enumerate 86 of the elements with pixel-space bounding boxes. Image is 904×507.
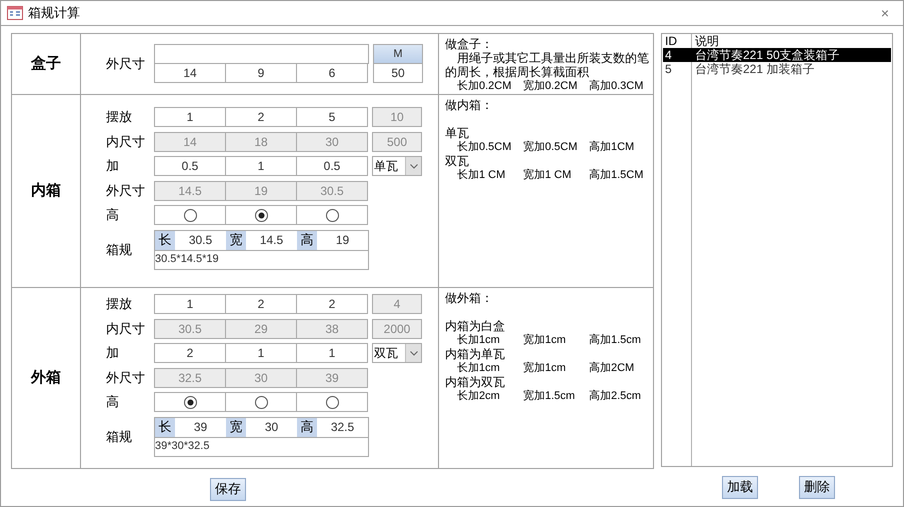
radio-button[interactable] — [184, 396, 196, 408]
note-text: 长加1cm — [457, 333, 501, 347]
field-label: 摆放 — [106, 295, 133, 314]
note-text: 宽加1.5cm — [523, 389, 576, 403]
field-label: 箱规 — [106, 240, 133, 259]
note-text: 长加1 CM — [457, 168, 506, 182]
field-label: 外尺寸 — [106, 182, 146, 200]
input-field[interactable]: 2 — [225, 294, 297, 314]
input-field[interactable]: 2 — [154, 343, 226, 363]
input-field[interactable]: 0.5 — [296, 156, 368, 176]
chevron-down-icon — [410, 164, 418, 168]
note-text: 高加2.5cm — [589, 389, 642, 403]
note-text: 长加0.2CM — [457, 79, 512, 93]
input-field[interactable]: 50 — [373, 63, 423, 83]
note-text: 宽加1cm — [523, 361, 567, 375]
note-text: 宽加1cm — [523, 333, 567, 347]
note-heading: 内箱为双瓦 — [445, 375, 506, 389]
table-cell-text: 台湾节奏221 加装箱子 — [694, 62, 814, 76]
note-title: 做内箱： — [445, 98, 494, 112]
note-text: 宽加0.5CM — [523, 140, 578, 154]
field-label: 箱规 — [106, 428, 133, 446]
radio-button[interactable] — [326, 396, 338, 408]
input-field[interactable]: 30.5*14.5*19 — [154, 250, 369, 270]
save-button[interactable]: 保存 — [210, 478, 246, 500]
table-cell-text: 5 — [664, 62, 673, 76]
field-label: 加 — [106, 157, 120, 176]
input-field[interactable]: 2 — [225, 107, 297, 127]
note-heading: 单瓦 — [445, 126, 470, 140]
column-header: ID — [664, 34, 678, 48]
list-row[interactable]: 4 台湾节奏221 50支盒装箱子 — [663, 48, 891, 62]
input-field[interactable]: 1 — [225, 343, 297, 363]
dropdown[interactable]: 单瓦 — [372, 156, 422, 176]
list-row[interactable]: 5 台湾节奏221 加装箱子 — [663, 62, 891, 76]
note-text: 长加2cm — [457, 389, 501, 403]
input-field[interactable]: 6 — [296, 63, 368, 83]
form-icon — [7, 6, 23, 20]
note-text: 高加1.5cm — [589, 333, 642, 347]
note-heading: 内箱为白盒 — [445, 319, 506, 333]
field-label: 摆放 — [106, 108, 133, 126]
section-label: 盒子 — [31, 54, 61, 74]
input-field[interactable]: 1 — [154, 107, 226, 127]
column-header: 说明 — [694, 34, 719, 48]
input-field[interactable] — [154, 44, 369, 64]
window-title: 箱规计算 — [28, 4, 80, 22]
input-field[interactable]: 1 — [154, 294, 226, 314]
note-text: 长加1cm — [457, 361, 501, 375]
section-label: 内箱 — [31, 180, 61, 201]
note-text: 高加1CM — [589, 140, 636, 154]
section-label: 外箱 — [31, 368, 61, 388]
input-field[interactable]: 14 — [154, 63, 226, 83]
input-field[interactable]: 0.5 — [154, 156, 226, 176]
dropdown[interactable]: 双瓦 — [372, 343, 422, 363]
radio-button[interactable] — [184, 208, 196, 222]
note-text: 用绳子或其它工具量出所装支数的笔的周长，根据周长算截面积 — [445, 51, 650, 79]
field-label: 外尺寸 — [106, 368, 146, 387]
input-field[interactable]: 5 — [296, 107, 368, 127]
delete-button[interactable]: 删除 — [799, 476, 835, 498]
note-text: 宽加0.2CM — [523, 79, 578, 93]
field-label: 内尺寸 — [106, 132, 146, 151]
close-button[interactable]: × — [880, 6, 889, 20]
note-text: 长加0.5CM — [457, 140, 512, 154]
field-label: 内尺寸 — [106, 320, 146, 338]
chevron-down-icon — [410, 350, 418, 356]
radio-button[interactable] — [254, 208, 268, 222]
note-title: 做盒子： — [445, 37, 493, 51]
input-field[interactable]: 1 — [225, 156, 297, 176]
note-text: 宽加1 CM — [523, 168, 572, 182]
field-label: 高 — [106, 206, 120, 224]
column-header: M — [373, 44, 423, 64]
field-label: 高 — [106, 393, 120, 412]
note-text: 高加1.5CM — [589, 168, 644, 182]
note-heading: 双瓦 — [445, 154, 470, 168]
input-field[interactable]: 39*30*32.5 — [154, 436, 369, 456]
table-cell-text: 台湾节奏221 50支盒装箱子 — [694, 48, 840, 62]
load-button[interactable]: 加载 — [722, 476, 758, 498]
note-text: 高加2CM — [589, 361, 636, 375]
field-label: 加 — [106, 344, 120, 362]
radio-button[interactable] — [254, 396, 268, 408]
field-label: 外尺寸 — [106, 54, 146, 73]
radio-button[interactable] — [326, 208, 338, 222]
input-field[interactable]: 1 — [296, 343, 368, 363]
note-text: 高加0.3CM — [589, 79, 644, 93]
table-cell-text: 4 — [664, 48, 673, 62]
input-field[interactable]: 2 — [296, 294, 368, 314]
note-title: 做外箱： — [445, 291, 494, 305]
note-heading: 内箱为单瓦 — [445, 347, 506, 361]
